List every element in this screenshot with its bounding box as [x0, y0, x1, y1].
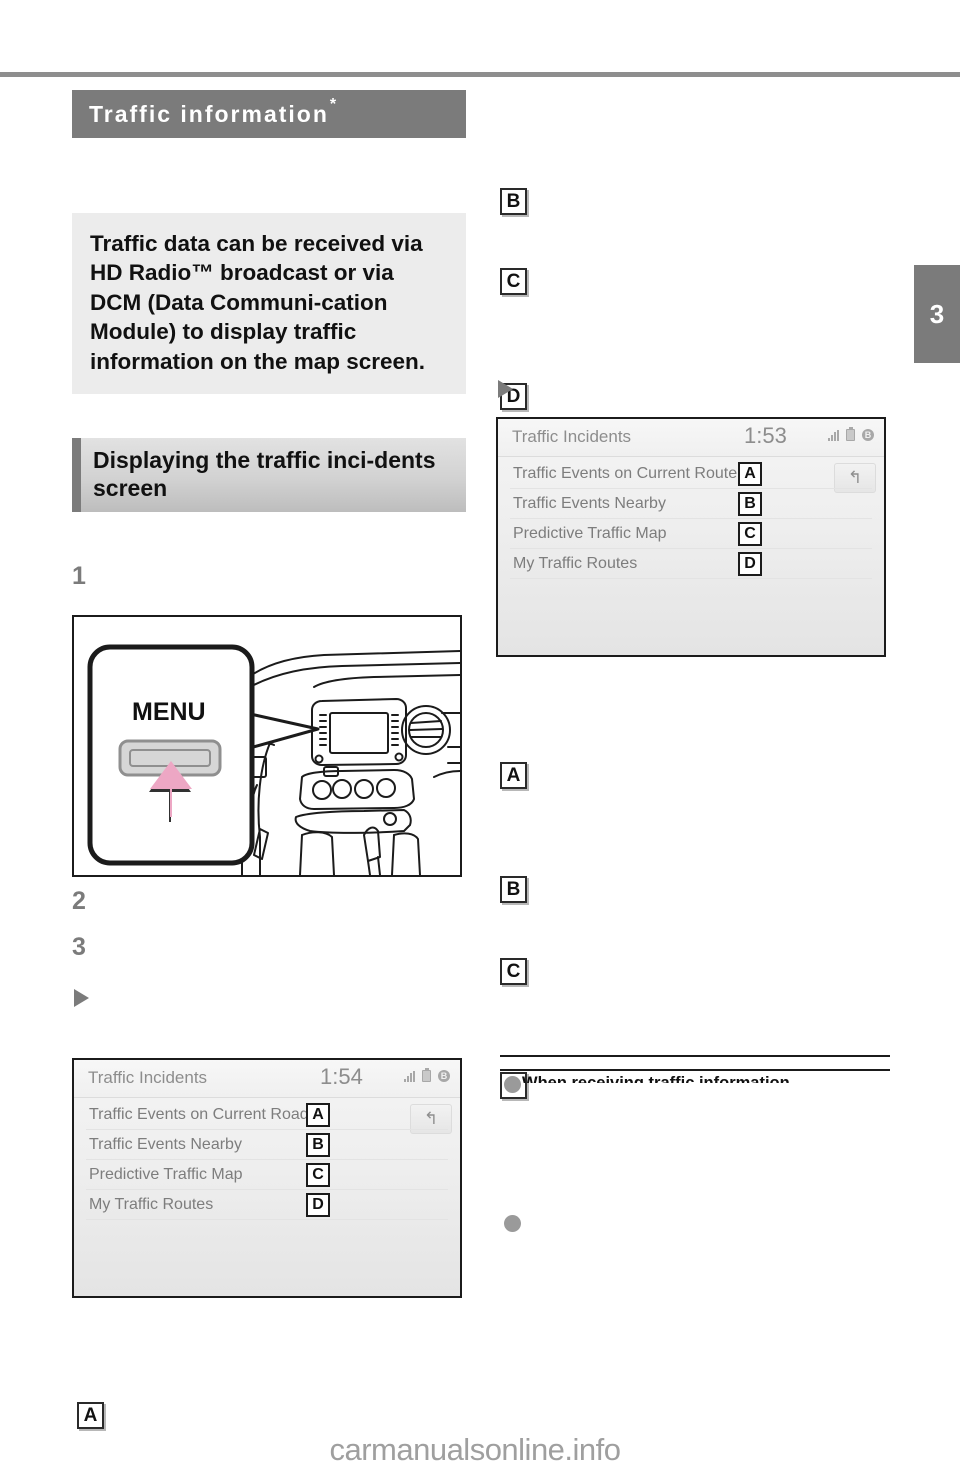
screen-clock: 1:53: [744, 423, 787, 448]
list-item-label: Predictive Traffic Map: [513, 525, 667, 542]
callout-marker: D: [306, 1193, 330, 1217]
subsection-heading: Displaying the traffic inci-dents screen: [72, 438, 466, 513]
result-arrow-icon: [74, 989, 89, 1007]
list-item-label: Traffic Events on Current Road: [89, 1106, 309, 1123]
notice-heading: When receiving traffic information: [522, 1074, 790, 1083]
subsection-heading-text: Displaying the traffic inci-dents screen: [93, 447, 436, 502]
list-item-label: Predictive Traffic Map: [89, 1166, 243, 1183]
screen-menu-list: Traffic Events on Current Route A Traffi…: [498, 457, 884, 579]
callout-marker: D: [738, 552, 762, 576]
callout-marker: B: [738, 492, 762, 516]
left-column: Traffic information * Traffic data can be…: [72, 90, 466, 1429]
bluetooth-icon: B: [438, 1070, 450, 1082]
intro-callout-box: Traffic data can be received via HD Radi…: [72, 213, 466, 395]
list-item[interactable]: My Traffic Routes D: [86, 1190, 448, 1220]
screen-header: Traffic Incidents 1:54 B: [74, 1060, 460, 1098]
callout-c-detail: C: [500, 958, 527, 985]
step-number-2: 2: [72, 887, 86, 915]
svg-text:MENU: MENU: [132, 698, 206, 726]
bluetooth-icon: B: [862, 429, 874, 441]
screen-header: Traffic Incidents 1:53 B: [498, 419, 884, 457]
list-item[interactable]: Traffic Events Nearby B: [510, 489, 872, 519]
signal-icon: [404, 1071, 415, 1082]
screen-title: Traffic Incidents: [512, 427, 632, 446]
notice-block: When receiving traffic information: [500, 1055, 890, 1232]
subsection-accent-bar: [72, 438, 81, 513]
callout-marker: B: [306, 1133, 330, 1157]
screen-title: Traffic Incidents: [88, 1068, 208, 1087]
list-item-label: Traffic Events Nearby: [513, 495, 666, 512]
watermark: carmanualsonline.info: [329, 1432, 621, 1467]
battery-icon: [422, 1068, 431, 1082]
dashboard-svg: MENU: [74, 617, 460, 875]
list-item-label: Traffic Events Nearby: [89, 1136, 242, 1153]
screen-status-icons: B: [404, 1068, 450, 1082]
callout-c: C: [500, 268, 527, 295]
traffic-incidents-screen-right: Traffic Incidents 1:53 B ↰ Traffic Event…: [496, 417, 886, 657]
signal-icon: [828, 430, 839, 441]
list-item[interactable]: My Traffic Routes D: [510, 549, 872, 579]
callout-b: B: [500, 188, 527, 215]
dashboard-illustration: MENU: [72, 615, 462, 877]
list-item[interactable]: Traffic Events on Current Road A: [86, 1100, 448, 1130]
page-top-rule: [0, 72, 960, 77]
list-item[interactable]: Predictive Traffic Map C: [86, 1160, 448, 1190]
list-item[interactable]: Predictive Traffic Map C: [510, 519, 872, 549]
screen-menu-list: Traffic Events on Current Road A Traffic…: [74, 1098, 460, 1220]
manual-page: 3 Traffic information * Traffic data can …: [0, 0, 960, 1484]
list-item[interactable]: Traffic Events on Current Route A: [510, 459, 872, 489]
screen-status-icons: B: [828, 427, 874, 441]
list-item-label: My Traffic Routes: [89, 1196, 214, 1213]
bullet-icon: [504, 1076, 521, 1093]
footnote-asterisk: *: [329, 96, 337, 113]
step-number-1: 1: [72, 562, 86, 590]
result-arrow-icon: [498, 380, 513, 398]
callout-a: A: [77, 1402, 104, 1429]
bullet-icon: [504, 1215, 521, 1232]
section-title-bar: Traffic information *: [72, 90, 466, 138]
callout-marker: C: [738, 522, 762, 546]
callout-marker: C: [306, 1163, 330, 1187]
list-item-label: Traffic Events on Current Route: [513, 465, 738, 482]
list-item[interactable]: Traffic Events Nearby B: [86, 1130, 448, 1160]
list-item-label: My Traffic Routes: [513, 555, 638, 572]
traffic-incidents-screen-left: Traffic Incidents 1:54 B ↰ Traffic Event…: [72, 1058, 462, 1298]
chapter-number: 3: [929, 298, 945, 329]
screen-clock: 1:54: [320, 1064, 363, 1089]
intro-text: Traffic data can be received via HD Radi…: [90, 231, 426, 374]
notice-rule: [500, 1055, 890, 1071]
callout-marker: A: [738, 462, 762, 486]
callout-marker: A: [306, 1103, 330, 1127]
chapter-thumb-index: 3: [914, 265, 960, 363]
callout-b-detail: B: [500, 876, 527, 903]
step-number-3: 3: [72, 933, 86, 961]
battery-icon: [846, 427, 855, 441]
page-title: Traffic information: [89, 100, 329, 127]
callout-a-detail: A: [500, 762, 527, 789]
